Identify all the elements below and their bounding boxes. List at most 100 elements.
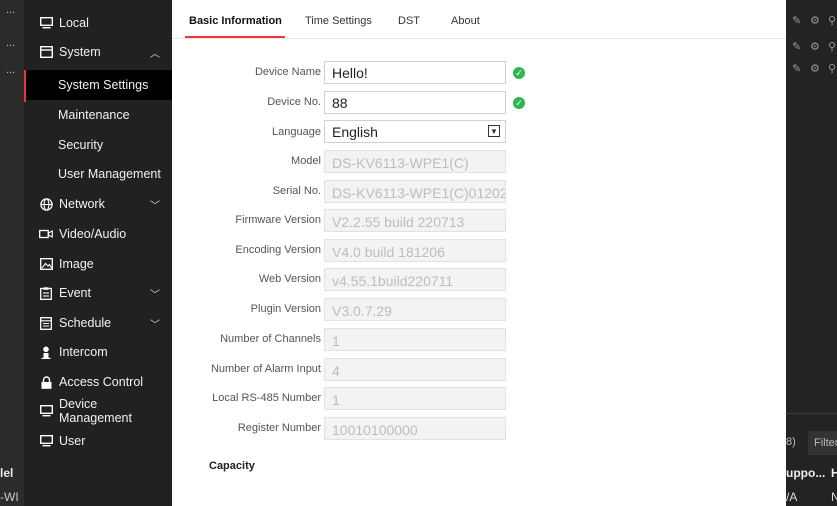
monitor-icon (39, 434, 53, 448)
tab-time-settings[interactable]: Time Settings (305, 0, 372, 38)
search-icon[interactable]: ⚲ (828, 14, 836, 27)
sidebar: Local System ︿ System Settings Maintenan… (26, 0, 172, 506)
sidebar-item-access-control[interactable]: Access Control (26, 367, 172, 397)
chevron-down-icon: ﹀ (150, 289, 160, 301)
gear-icon[interactable]: ⚙ (810, 14, 820, 27)
sidebar-item-event[interactable]: Event ﹀ (26, 278, 172, 308)
model-label: Model (291, 155, 321, 167)
edit-icon[interactable]: ✎ (792, 14, 801, 27)
lock-icon (39, 375, 53, 389)
table-cell: /A (786, 490, 798, 504)
search-icon[interactable]: ⚲ (828, 40, 836, 53)
column-header: H (831, 466, 837, 480)
capacity-heading: Capacity (209, 460, 255, 472)
check-icon: ✓ (513, 97, 525, 109)
sidebar-item-user[interactable]: User (26, 426, 172, 456)
device-no-input[interactable] (324, 91, 506, 114)
sidebar-item-intercom[interactable]: Intercom (26, 337, 172, 367)
sidebar-item-label: Network (59, 197, 105, 211)
sidebar-subitem-security[interactable]: Security (26, 130, 172, 160)
overflow-dots: ... (6, 64, 16, 76)
tab-dst[interactable]: DST (398, 0, 420, 38)
encoding-version-field: V4.0 build 181206 (324, 239, 506, 262)
edge-column-header: lel (0, 466, 14, 480)
sidebar-item-label: Device Management (59, 397, 132, 425)
sidebar-item-label: Intercom (59, 345, 108, 359)
firmware-version-field: V2.2.55 build 220713 (324, 209, 506, 232)
tab-basic-information[interactable]: Basic Information (189, 0, 282, 38)
sidebar-item-device-management[interactable]: Device Management (26, 396, 172, 426)
sidebar-item-label: Video/Audio (59, 227, 127, 241)
serial-no-label: Serial No. (272, 185, 321, 197)
edit-icon[interactable]: ✎ (792, 62, 801, 75)
person-icon (39, 345, 53, 359)
sidebar-item-label: System (59, 45, 101, 59)
sidebar-item-network[interactable]: Network ﹀ (26, 189, 172, 219)
web-version-label: Web Version (258, 273, 321, 285)
register-number-field: 10010100000 (324, 417, 506, 440)
alarm-input-label: Number of Alarm Input (210, 363, 321, 375)
sidebar-item-video-audio[interactable]: Video/Audio (26, 219, 172, 249)
chevron-down-icon: ﹀ (150, 200, 160, 212)
overflow-dots: ... (6, 4, 16, 16)
window-icon (39, 45, 53, 59)
web-version-field: v4.55.1build220711 (324, 268, 506, 291)
firmware-version-label: Firmware Version (235, 214, 321, 226)
sidebar-subitem-label: Security (58, 138, 104, 152)
gear-icon[interactable]: ⚙ (810, 62, 820, 75)
tab-about[interactable]: About (451, 0, 480, 38)
sidebar-item-local[interactable]: Local (26, 8, 172, 38)
column-header: uppo... (786, 466, 826, 480)
language-select[interactable]: English ▼ (324, 120, 506, 143)
number-of-channels-field: 1 (324, 328, 506, 351)
encoding-version-label: Encoding Version (235, 244, 321, 256)
image-icon (39, 257, 53, 271)
edit-icon[interactable]: ✎ (792, 40, 801, 53)
rs485-number-field: 1 (324, 387, 506, 410)
register-number-label: Register Number (237, 422, 321, 434)
plugin-version-field: V3.0.7.29 (324, 298, 506, 321)
sidebar-subitem-label: Maintenance (58, 108, 130, 122)
main-panel: Basic Information Time Settings DST Abou… (172, 0, 786, 506)
sidebar-subitem-maintenance[interactable]: Maintenance (26, 100, 172, 130)
right-background-panel: ✎ ⚙ ⚲ ✎ ⚙ ⚲ ✎ ⚙ ⚲ 8) Filter uppo... H /A… (786, 0, 837, 506)
sidebar-item-system[interactable]: System ︿ (26, 37, 172, 67)
model-field: DS-KV6113-WPE1(C) (324, 150, 506, 173)
sidebar-item-schedule[interactable]: Schedule ﹀ (26, 308, 172, 338)
device-name-input[interactable] (324, 61, 506, 84)
number-of-channels-label: Number of Channels (220, 333, 321, 345)
filter-input[interactable]: Filter (808, 431, 837, 455)
device-no-label: Device No. (267, 96, 321, 108)
left-background-panel: ... ... ... lel -WI (0, 0, 24, 506)
chevron-down-icon: ﹀ (150, 319, 160, 331)
sidebar-item-image[interactable]: Image (26, 249, 172, 279)
chevron-down-icon: ▼ (488, 125, 500, 137)
sidebar-subitem-system-settings[interactable]: System Settings (26, 70, 172, 100)
gear-icon[interactable]: ⚙ (810, 40, 820, 53)
tab-bar: Basic Information Time Settings DST Abou… (172, 0, 786, 39)
language-label: Language (272, 126, 321, 138)
serial-no-field: DS-KV6113-WPE1(C)0120220 (324, 180, 506, 203)
camera-icon (39, 227, 53, 241)
divider (786, 413, 837, 414)
sidebar-subitem-user-management[interactable]: User Management (26, 159, 172, 189)
search-icon[interactable]: ⚲ (828, 62, 836, 75)
count-text: 8) (786, 436, 796, 448)
rs485-number-label: Local RS-485 Number (212, 392, 321, 404)
globe-icon (39, 197, 53, 211)
sidebar-item-label: Schedule (59, 316, 112, 330)
active-tab-underline (185, 36, 285, 38)
monitor-icon (39, 404, 53, 418)
chevron-up-icon: ︿ (150, 48, 160, 60)
table-cell: N (831, 490, 837, 504)
sidebar-item-label: User (59, 434, 86, 448)
device-name-label: Device Name (254, 66, 321, 78)
sidebar-item-label: Image (59, 257, 94, 271)
language-selected-value: English (332, 123, 378, 140)
overflow-dots: ... (6, 37, 16, 49)
sidebar-item-label: Local (59, 16, 89, 30)
sidebar-item-label: Access Control (59, 375, 144, 389)
sidebar-subitem-label: System Settings (58, 78, 149, 92)
sidebar-item-label: Event (59, 286, 91, 300)
calendar-icon (39, 316, 53, 330)
